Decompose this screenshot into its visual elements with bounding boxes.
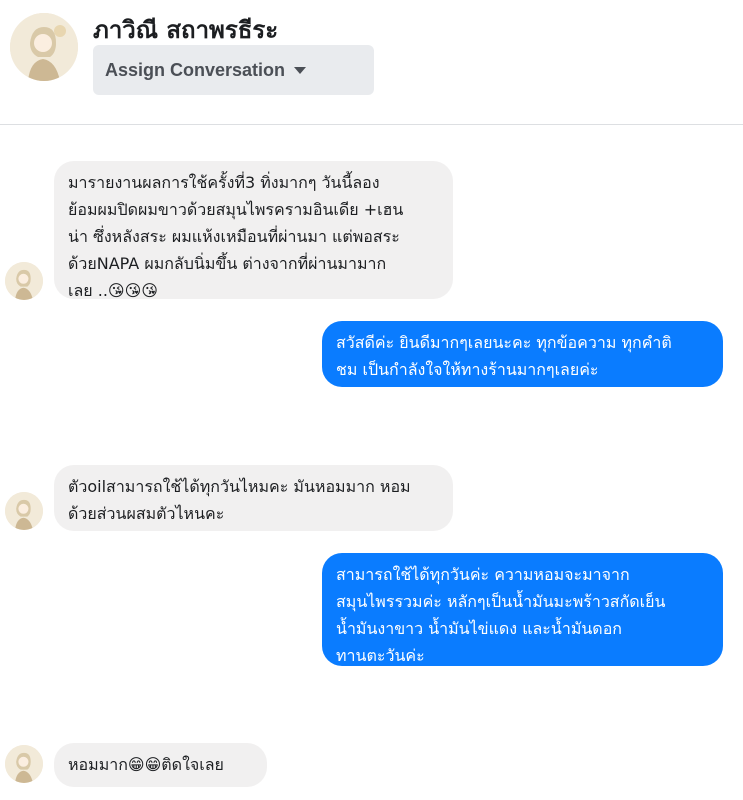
message-bubble-incoming: ตัวoilสามารถใช้ได้ทุกวันไหมคะ มันหอมมาก … xyxy=(54,465,453,531)
sender-avatar xyxy=(5,262,43,300)
contact-name: ภาวิณี สถาพรธีระ xyxy=(93,16,279,44)
avatar-illustration-icon xyxy=(5,745,43,783)
contact-avatar[interactable] xyxy=(10,13,78,81)
sender-avatar xyxy=(5,492,43,530)
avatar-illustration-icon xyxy=(5,492,43,530)
header-divider xyxy=(0,124,743,125)
avatar-illustration-icon xyxy=(10,13,78,81)
message-bubble-outgoing: สามารถใช้ได้ทุกวันค่ะ ความหอมจะมาจาก สมุ… xyxy=(322,553,723,666)
message-bubble-outgoing: สวัสดีค่ะ ยินดีมากๆเลยนะคะ ทุกข้อความ ทุ… xyxy=(322,321,723,387)
message-bubble-incoming: หอมมาก😁😁ติดใจเลย xyxy=(54,743,267,787)
chevron-down-icon xyxy=(294,66,307,74)
assign-conversation-button[interactable]: Assign Conversation xyxy=(93,45,374,95)
message-bubble-incoming: มารายงานผลการใช้ครั้งที่3 ทิ่งมากๆ วันนี… xyxy=(54,161,453,300)
sender-avatar xyxy=(5,745,43,783)
assign-conversation-label: Assign Conversation xyxy=(105,59,286,80)
avatar-illustration-icon xyxy=(5,262,43,300)
conversation-header: ภาวิณี สถาพรธีระ Assign Conversation xyxy=(0,0,743,124)
